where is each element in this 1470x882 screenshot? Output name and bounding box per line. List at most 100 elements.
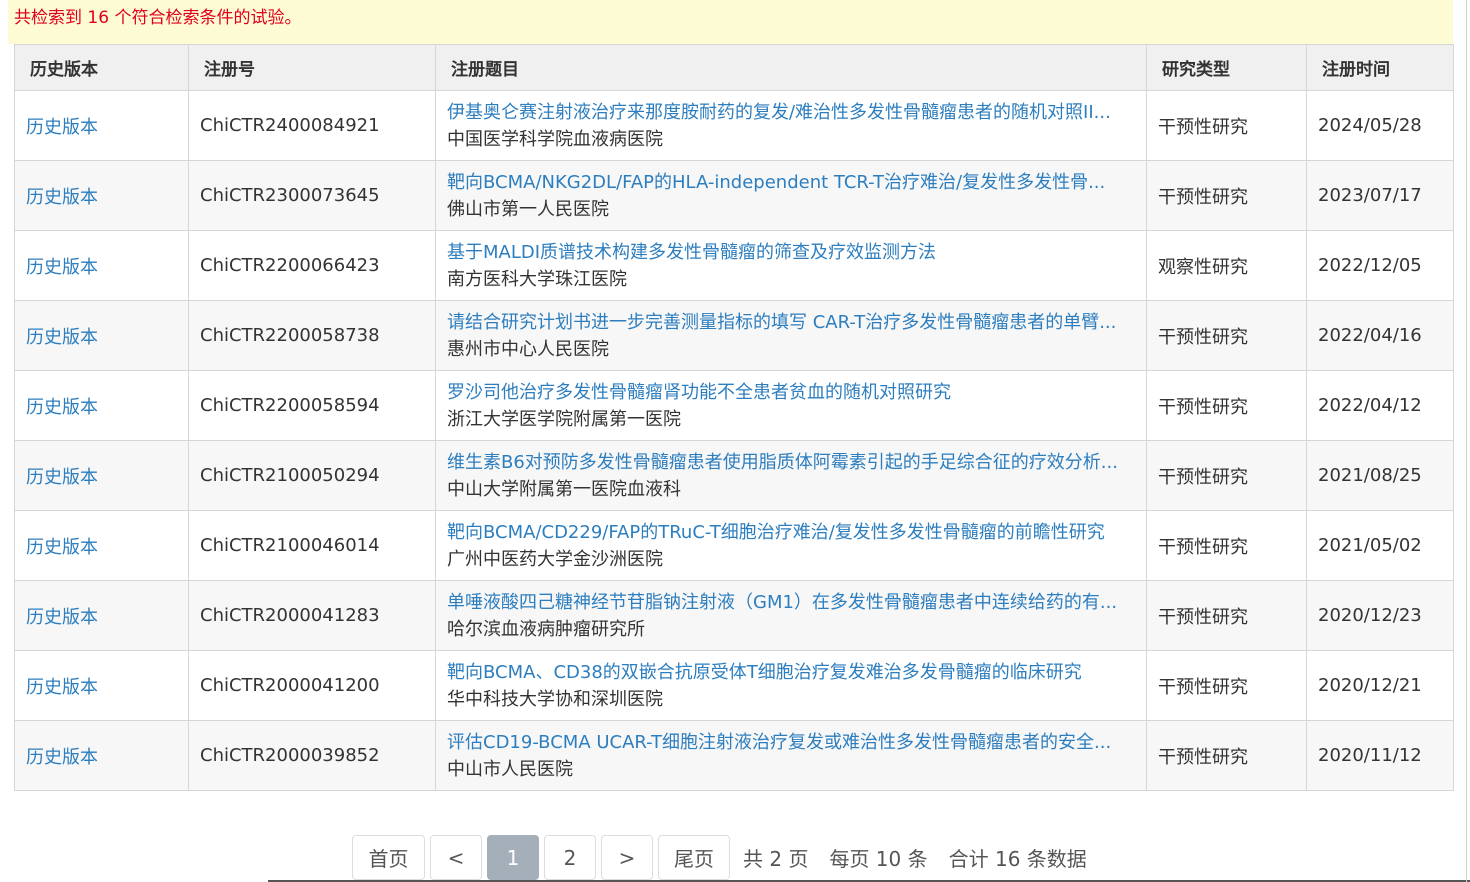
trial-title-link[interactable]: 靶向BCMA、CD38的双嵌合抗原受体T细胞治疗复发难治多发骨髓瘤的临床研究 — [447, 659, 1142, 686]
table-row: 历史版本 ChiCTR2400084921 伊基奥仑赛注射液治疗来那度胺耐药的复… — [14, 90, 1454, 161]
table-row: 历史版本 ChiCTR2200066423 基于MALDI质谱技术构建多发性骨髓… — [14, 230, 1454, 301]
registration-number: ChiCTR2400084921 — [188, 90, 436, 161]
table-row: 历史版本 ChiCTR2200058594 罗沙司他治疗多发性骨髓瘤肾功能不全患… — [14, 370, 1454, 441]
table-row: 历史版本 ChiCTR2000039852 评估CD19-BCMA UCAR-T… — [14, 720, 1454, 791]
registration-date: 2022/04/12 — [1306, 370, 1454, 441]
page-1-button[interactable]: 1 — [487, 835, 539, 880]
title-cell: 请结合研究计划书进一步完善测量指标的填写 CAR-T治疗多发性骨髓瘤患者的单臂.… — [435, 300, 1147, 371]
registration-number: ChiCTR2200066423 — [188, 230, 436, 301]
title-cell: 靶向BCMA、CD38的双嵌合抗原受体T细胞治疗复发难治多发骨髓瘤的临床研究 华中… — [435, 650, 1147, 721]
study-type: 干预性研究 — [1146, 300, 1307, 371]
registration-date: 2022/12/05 — [1306, 230, 1454, 301]
trial-title-link[interactable]: 伊基奥仑赛注射液治疗来那度胺耐药的复发/难治性多发性骨髓瘤患者的随机对照II..… — [447, 99, 1142, 126]
trial-title-link[interactable]: 维生素B6对预防多发性骨髓瘤患者使用脂质体阿霉素引起的手足综合征的疗效分析... — [447, 449, 1142, 476]
history-cell: 历史版本 — [14, 300, 189, 371]
study-type: 干预性研究 — [1146, 370, 1307, 441]
registration-date: 2020/12/23 — [1306, 580, 1454, 651]
title-cell: 靶向BCMA/CD229/FAP的TRuC-T细胞治疗难治/复发性多发性骨髓瘤的… — [435, 510, 1147, 581]
history-version-link[interactable]: 历史版本 — [26, 187, 98, 208]
table-row: 历史版本 ChiCTR2000041200 靶向BCMA、CD38的双嵌合抗原受… — [14, 650, 1454, 721]
registration-date: 2020/11/12 — [1306, 720, 1454, 791]
sponsor-institution: 中山大学附属第一医院血液科 — [447, 478, 681, 500]
table-row: 历史版本 ChiCTR2200058738 请结合研究计划书进一步完善测量指标的… — [14, 300, 1454, 371]
previous-page-button[interactable]: < — [430, 835, 482, 880]
table-row: 历史版本 ChiCTR2100046014 靶向BCMA/CD229/FAP的T… — [14, 510, 1454, 581]
history-cell: 历史版本 — [14, 370, 189, 441]
history-version-link[interactable]: 历史版本 — [26, 677, 98, 698]
history-version-link[interactable]: 历史版本 — [26, 537, 98, 558]
history-version-link[interactable]: 历史版本 — [26, 747, 98, 768]
history-cell: 历史版本 — [14, 230, 189, 301]
history-version-link[interactable]: 历史版本 — [26, 397, 98, 418]
study-type: 干预性研究 — [1146, 580, 1307, 651]
first-page-button[interactable]: 首页 — [352, 835, 425, 880]
history-version-link[interactable]: 历史版本 — [26, 327, 98, 348]
history-cell: 历史版本 — [14, 440, 189, 511]
title-cell: 维生素B6对预防多发性骨髓瘤患者使用脂质体阿霉素引起的手足综合征的疗效分析...… — [435, 440, 1147, 511]
registration-number: ChiCTR2200058594 — [188, 370, 436, 441]
registration-number: ChiCTR2000039852 — [188, 720, 436, 791]
study-type: 干预性研究 — [1146, 440, 1307, 511]
column-header-title: 注册题目 — [435, 44, 1147, 91]
title-cell: 单唾液酸四己糖神经节苷脂钠注射液（GM1）在多发性骨髓瘤患者中连续给药的有...… — [435, 580, 1147, 651]
history-cell: 历史版本 — [14, 650, 189, 721]
page-2-button[interactable]: 2 — [544, 835, 596, 880]
column-header-registration-number: 注册号 — [188, 44, 436, 91]
history-version-link[interactable]: 历史版本 — [26, 257, 98, 278]
study-type: 干预性研究 — [1146, 510, 1307, 581]
study-type: 干预性研究 — [1146, 90, 1307, 161]
title-cell: 靶向BCMA/NKG2DL/FAP的HLA-independent TCR-T治… — [435, 160, 1147, 231]
table-header-row: 历史版本 注册号 注册题目 研究类型 注册时间 — [14, 44, 1454, 91]
sponsor-institution: 佛山市第一人民医院 — [447, 198, 609, 220]
registration-number: ChiCTR2000041200 — [188, 650, 436, 721]
trial-title-link[interactable]: 靶向BCMA/NKG2DL/FAP的HLA-independent TCR-T治… — [447, 169, 1142, 196]
next-page-button[interactable]: > — [601, 835, 653, 880]
registration-date: 2023/07/17 — [1306, 160, 1454, 231]
registration-date: 2022/04/16 — [1306, 300, 1454, 371]
trial-title-link[interactable]: 罗沙司他治疗多发性骨髓瘤肾功能不全患者贫血的随机对照研究 — [447, 379, 1142, 406]
registration-date: 2024/05/28 — [1306, 90, 1454, 161]
title-cell: 伊基奥仑赛注射液治疗来那度胺耐药的复发/难治性多发性骨髓瘤患者的随机对照II..… — [435, 90, 1147, 161]
history-cell: 历史版本 — [14, 160, 189, 231]
per-page-text: 每页 10 条 — [829, 847, 928, 871]
study-type: 干预性研究 — [1146, 160, 1307, 231]
sponsor-institution: 广州中医药大学金沙洲医院 — [447, 548, 663, 570]
results-table: 历史版本 注册号 注册题目 研究类型 注册时间 历史版本 ChiCTR24000… — [14, 44, 1454, 791]
registration-date: 2021/08/25 — [1306, 440, 1454, 511]
sponsor-institution: 中国医学科学院血液病医院 — [447, 128, 663, 150]
registration-number: ChiCTR2100050294 — [188, 440, 436, 511]
sponsor-institution: 中山市人民医院 — [447, 758, 573, 780]
history-version-link[interactable]: 历史版本 — [26, 607, 98, 628]
registration-number: ChiCTR2100046014 — [188, 510, 436, 581]
sponsor-institution: 华中科技大学协和深圳医院 — [447, 688, 663, 710]
history-version-link[interactable]: 历史版本 — [26, 467, 98, 488]
sponsor-institution: 哈尔滨血液病肿瘤研究所 — [447, 618, 645, 640]
column-header-study-type: 研究类型 — [1146, 44, 1307, 91]
total-pages-text: 共 2 页 — [743, 847, 809, 871]
history-cell: 历史版本 — [14, 580, 189, 651]
trial-title-link[interactable]: 基于MALDI质谱技术构建多发性骨髓瘤的筛查及疗效监测方法 — [447, 239, 1142, 266]
history-cell: 历史版本 — [14, 90, 189, 161]
table-row: 历史版本 ChiCTR2100050294 维生素B6对预防多发性骨髓瘤患者使用… — [14, 440, 1454, 511]
last-page-button[interactable]: 尾页 — [658, 835, 730, 880]
table-row: 历史版本 ChiCTR2300073645 靶向BCMA/NKG2DL/FAP的… — [14, 160, 1454, 231]
history-cell: 历史版本 — [14, 720, 189, 791]
search-result-notice: 共检索到 16 个符合检索条件的试验。 — [8, 0, 1453, 44]
study-type: 干预性研究 — [1146, 650, 1307, 721]
trial-title-link[interactable]: 靶向BCMA/CD229/FAP的TRuC-T细胞治疗难治/复发性多发性骨髓瘤的… — [447, 519, 1142, 546]
column-header-history: 历史版本 — [14, 44, 189, 91]
history-cell: 历史版本 — [14, 510, 189, 581]
study-type: 干预性研究 — [1146, 720, 1307, 791]
title-cell: 基于MALDI质谱技术构建多发性骨髓瘤的筛查及疗效监测方法 南方医科大学珠江医院 — [435, 230, 1147, 301]
trial-title-link[interactable]: 请结合研究计划书进一步完善测量指标的填写 CAR-T治疗多发性骨髓瘤患者的单臂.… — [447, 309, 1142, 336]
registration-number: ChiCTR2000041283 — [188, 580, 436, 651]
history-version-link[interactable]: 历史版本 — [26, 117, 98, 138]
page-right-border — [1466, 0, 1467, 882]
registration-date: 2020/12/21 — [1306, 650, 1454, 721]
table-row: 历史版本 ChiCTR2000041283 单唾液酸四己糖神经节苷脂钠注射液（G… — [14, 580, 1454, 651]
registration-date: 2021/05/02 — [1306, 510, 1454, 581]
trial-title-link[interactable]: 评估CD19-BCMA UCAR-T细胞注射液治疗复发或难治性多发性骨髓瘤患者的… — [447, 729, 1142, 756]
column-header-registration-date: 注册时间 — [1306, 44, 1454, 91]
sponsor-institution: 南方医科大学珠江医院 — [447, 268, 627, 290]
trial-title-link[interactable]: 单唾液酸四己糖神经节苷脂钠注射液（GM1）在多发性骨髓瘤患者中连续给药的有... — [447, 589, 1142, 616]
